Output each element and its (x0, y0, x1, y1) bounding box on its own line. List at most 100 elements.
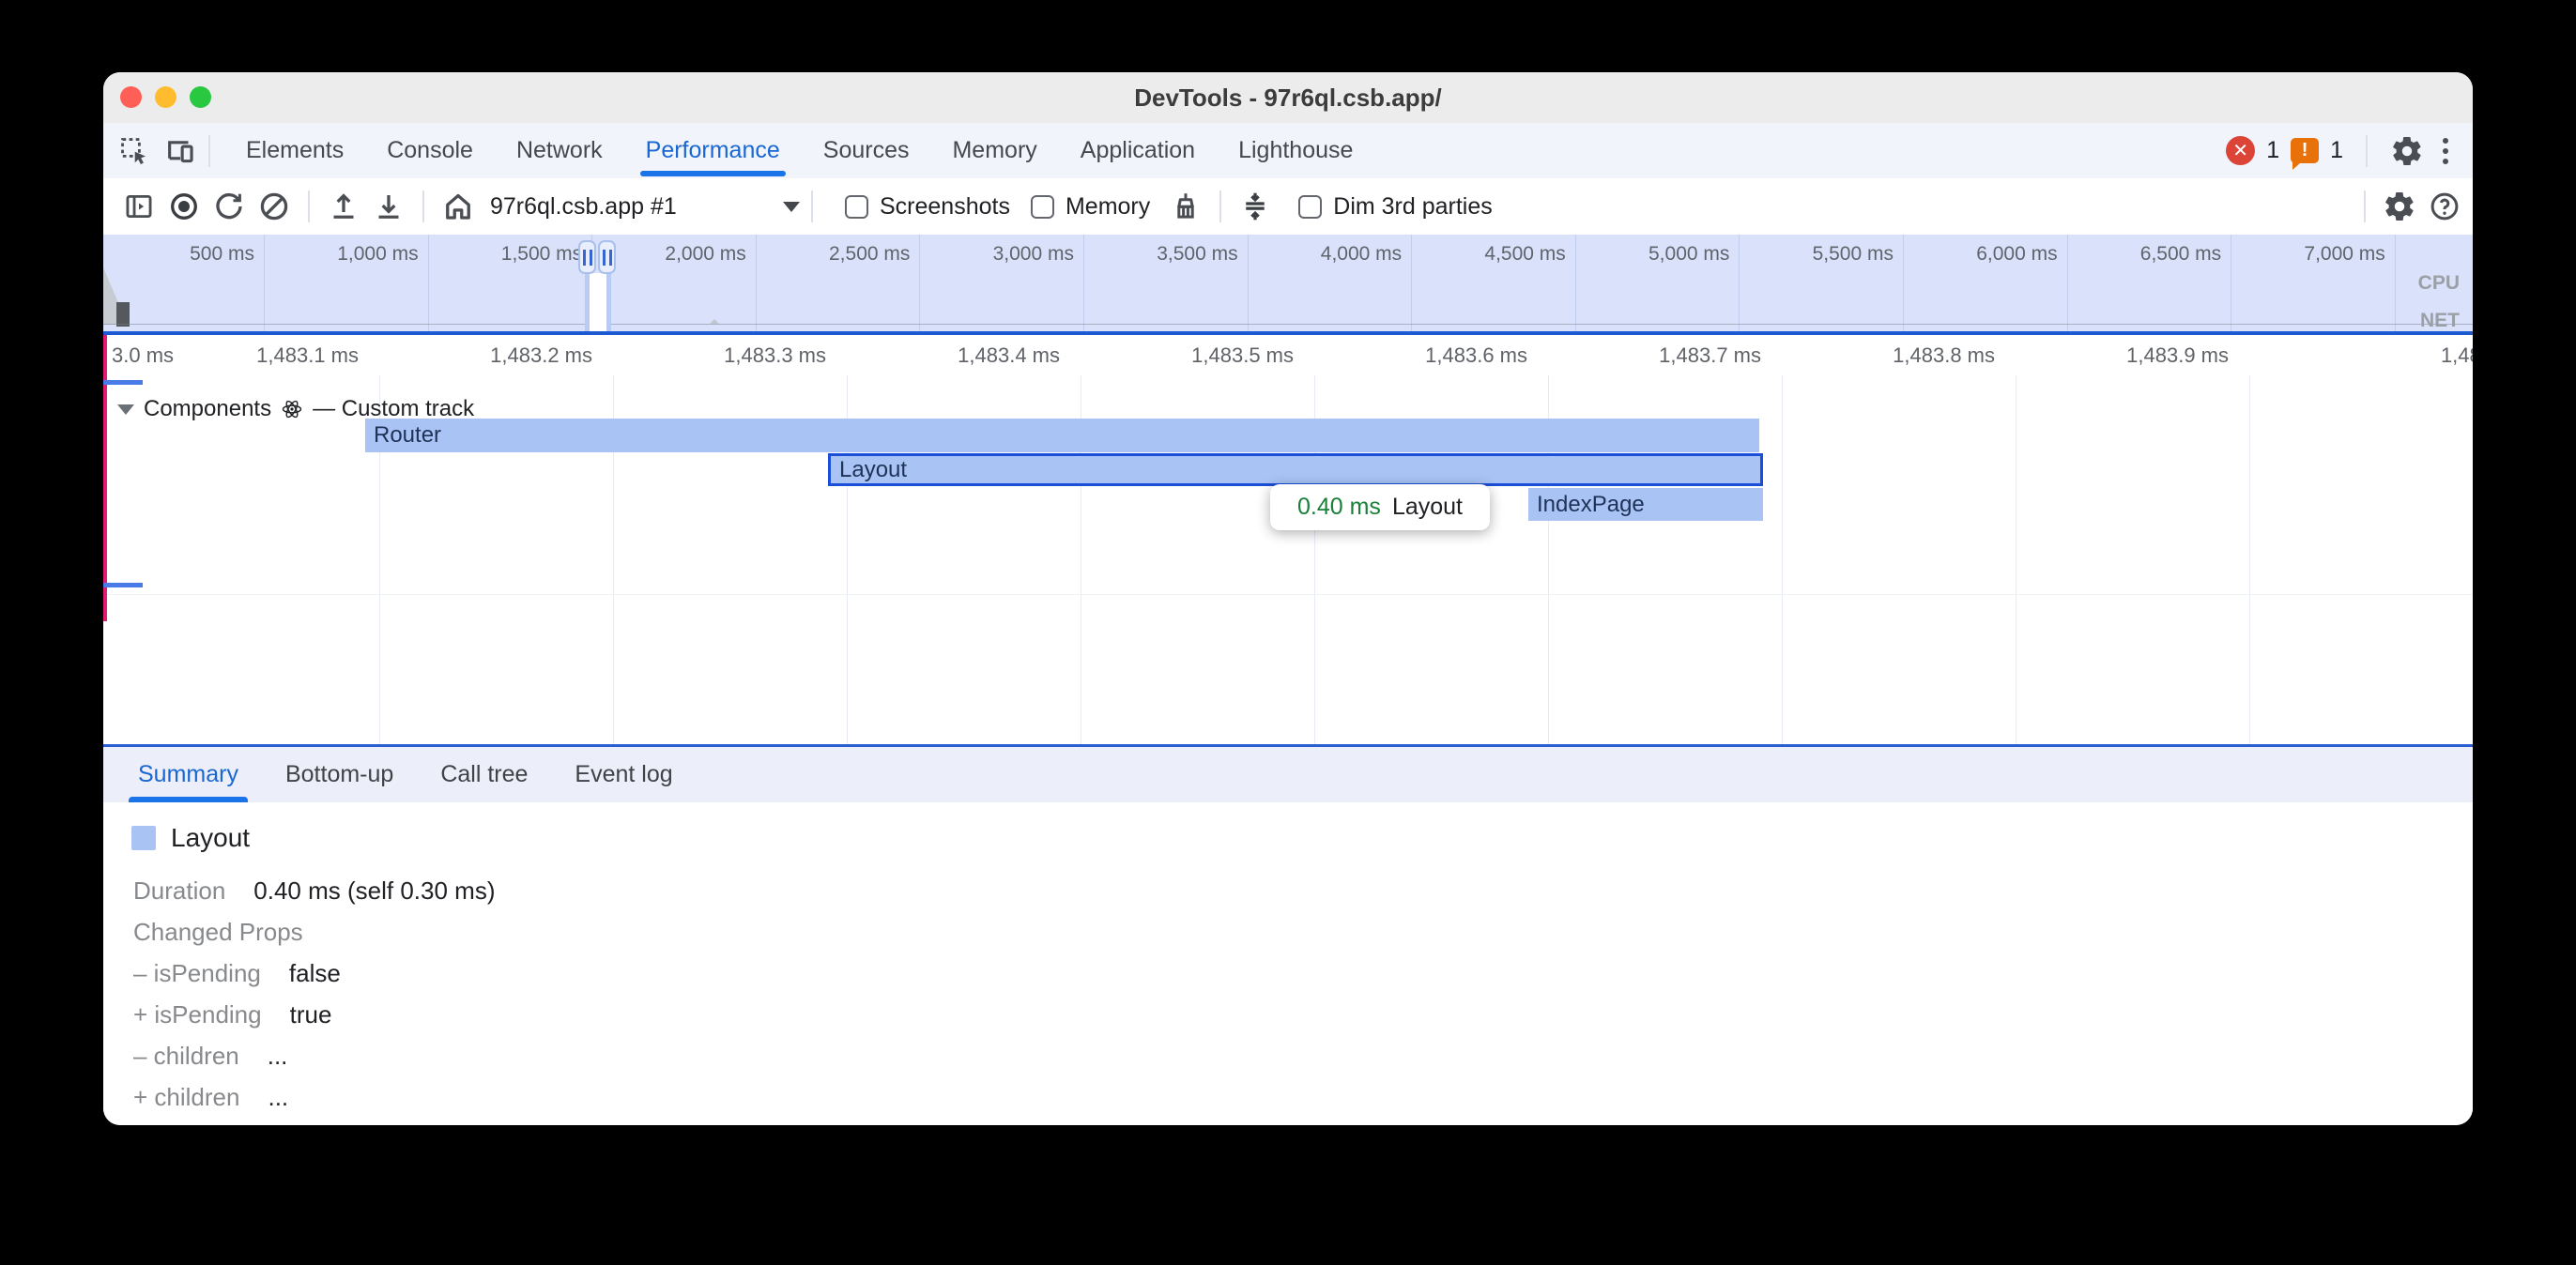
ruler-tick-label: 1,483.3 ms (620, 343, 826, 368)
dim-3rd-parties-checkbox[interactable] (1298, 195, 1322, 219)
tabbar-divider (208, 135, 210, 167)
flame-chart[interactable]: Components — Custom track RouterLayoutIn… (103, 375, 2473, 744)
more-options-kebab-icon[interactable] (2435, 134, 2456, 168)
overview-gridline (1575, 235, 1576, 331)
overview-gridline (1248, 235, 1249, 331)
overview-gridline (919, 235, 920, 331)
tab-sources[interactable]: Sources (823, 123, 910, 178)
summary-row: – children... (133, 1035, 495, 1076)
capture-settings-gear-icon[interactable] (2377, 184, 2422, 229)
summary-row: + children... (133, 1076, 495, 1118)
overview-tick-label: 5,000 ms (1588, 243, 1729, 266)
overview-tick-label: 2,500 ms (769, 243, 910, 266)
upload-profile-icon[interactable] (321, 184, 366, 229)
memory-checkbox-group[interactable]: Memory (1031, 193, 1150, 221)
overview-gridline (2395, 235, 2396, 331)
inspect-element-icon[interactable] (118, 135, 150, 167)
dim-3rd-parties-label: Dim 3rd parties (1333, 193, 1493, 221)
summary-row-value: ... (268, 1083, 288, 1112)
target-select-value: 97r6ql.csb.app #1 (490, 193, 677, 221)
tab-console[interactable]: Console (387, 123, 473, 178)
overview-selection-window[interactable] (590, 273, 606, 331)
screenshots-checkbox[interactable] (845, 195, 868, 219)
ruler-tick-label: 1,483.8 ms (1788, 343, 1995, 368)
summary-rows: Duration0.40 ms (self 0.30 ms)Changed Pr… (133, 870, 495, 1118)
tab-lighthouse[interactable]: Lighthouse (1238, 123, 1353, 178)
tooltip-duration: 0.40 ms (1297, 494, 1381, 521)
overview-tick-label: 1,000 ms (278, 243, 419, 266)
warning-badge-icon[interactable]: ! (2291, 138, 2319, 163)
reload-record-icon[interactable] (207, 184, 252, 229)
warning-count[interactable]: 1 (2330, 137, 2343, 164)
ruler-tick-label: 1,483.1 ms (152, 343, 359, 368)
target-select[interactable]: 97r6ql.csb.app #1 (490, 193, 800, 221)
error-badge-icon[interactable]: ✕ (2226, 136, 2255, 165)
toolbar-divider-4 (1219, 191, 1221, 222)
flame-bar-indexpage[interactable]: IndexPage (1528, 488, 1763, 521)
overview-gridline (756, 235, 757, 331)
overview-baseline (103, 324, 2473, 325)
cpu-track-label: CPU (2418, 272, 2460, 295)
detail-tab-bottom-up[interactable]: Bottom-up (285, 747, 393, 802)
dim-3rd-parties-checkbox-group[interactable]: Dim 3rd parties (1298, 193, 1493, 221)
tab-memory[interactable]: Memory (952, 123, 1036, 178)
overview-gridline (1411, 235, 1412, 331)
overview-tick-label: 500 ms (114, 243, 254, 266)
window-title: DevTools - 97r6ql.csb.app/ (103, 72, 2473, 123)
overview-tick-label: 2,000 ms (606, 243, 746, 266)
overview-gridline (1083, 235, 1084, 331)
ruler-tick-label: 1,483.5 ms (1087, 343, 1294, 368)
help-icon[interactable] (2422, 184, 2467, 229)
device-toolbar-icon[interactable] (163, 135, 197, 167)
overview-gridline (1739, 235, 1740, 331)
overview-tick-label: 6,000 ms (1917, 243, 2058, 266)
overview-tick-label: 3,500 ms (1097, 243, 1238, 266)
flame-bar-layout[interactable]: Layout (828, 453, 1763, 486)
ruler-tick-label: 1,484 (2286, 343, 2473, 368)
detail-tab-event-log[interactable]: Event log (575, 747, 672, 802)
summary-header: Layout (131, 823, 250, 853)
detail-tab-summary[interactable]: Summary (138, 747, 238, 802)
expand-triangle-icon[interactable] (117, 404, 134, 415)
settings-gear-icon[interactable] (2390, 134, 2424, 168)
tab-elements[interactable]: Elements (246, 123, 344, 178)
home-icon[interactable] (436, 184, 481, 229)
summary-row-label: – children (133, 1042, 239, 1071)
toggle-sidebar-icon[interactable] (116, 184, 161, 229)
flame-bar-router[interactable]: Router (365, 419, 1759, 452)
tab-performance[interactable]: Performance (646, 123, 780, 178)
summary-row-value: 0.40 ms (self 0.30 ms) (253, 876, 495, 906)
summary-row-label: – isPending (133, 959, 261, 988)
collapse-arrows-icon[interactable] (1233, 184, 1278, 229)
selection-left-handle[interactable] (578, 240, 596, 274)
detail-tab-call-tree[interactable]: Call tree (440, 747, 528, 802)
toolbar-divider-2 (422, 191, 424, 222)
scroll-indicator-bottom (103, 583, 143, 587)
collect-garbage-icon[interactable] (1163, 184, 1208, 229)
selection-right-handle[interactable] (598, 240, 616, 274)
selection-left-stem[interactable] (585, 273, 590, 331)
overview-tick-label: 1,500 ms (441, 243, 582, 266)
tab-application[interactable]: Application (1081, 123, 1195, 178)
summary-row: + isPendingtrue (133, 994, 495, 1035)
ruler-tick-label: 1,483.6 ms (1321, 343, 1527, 368)
ruler-tick-label: 1,483.2 ms (386, 343, 592, 368)
overview-tick-label: 5,500 ms (1753, 243, 1894, 266)
performance-toolbar: 97r6ql.csb.app #1 Screenshots Memory (103, 178, 2473, 235)
screenshots-checkbox-group[interactable]: Screenshots (845, 193, 1010, 221)
download-profile-icon[interactable] (366, 184, 411, 229)
tab-network[interactable]: Network (516, 123, 603, 178)
memory-checkbox[interactable] (1031, 195, 1054, 219)
overview-gridline (264, 235, 265, 331)
error-count[interactable]: 1 (2266, 137, 2279, 164)
clear-icon[interactable] (252, 184, 297, 229)
overview-tick-label: 4,000 ms (1261, 243, 1402, 266)
record-icon[interactable] (161, 184, 207, 229)
summary-row-label: + isPending (133, 1000, 262, 1029)
tabbar-left-icons (103, 135, 197, 167)
timeline-overview[interactable]: 500 ms 1,000 ms 1,500 ms 2,000 ms 2,500 ms 3,… (103, 235, 2473, 331)
summary-title: Layout (171, 823, 250, 853)
overview-tick-label: 7,000 ms (2245, 243, 2385, 266)
track-highlight-marker (103, 335, 107, 621)
selection-right-stem[interactable] (606, 273, 611, 331)
